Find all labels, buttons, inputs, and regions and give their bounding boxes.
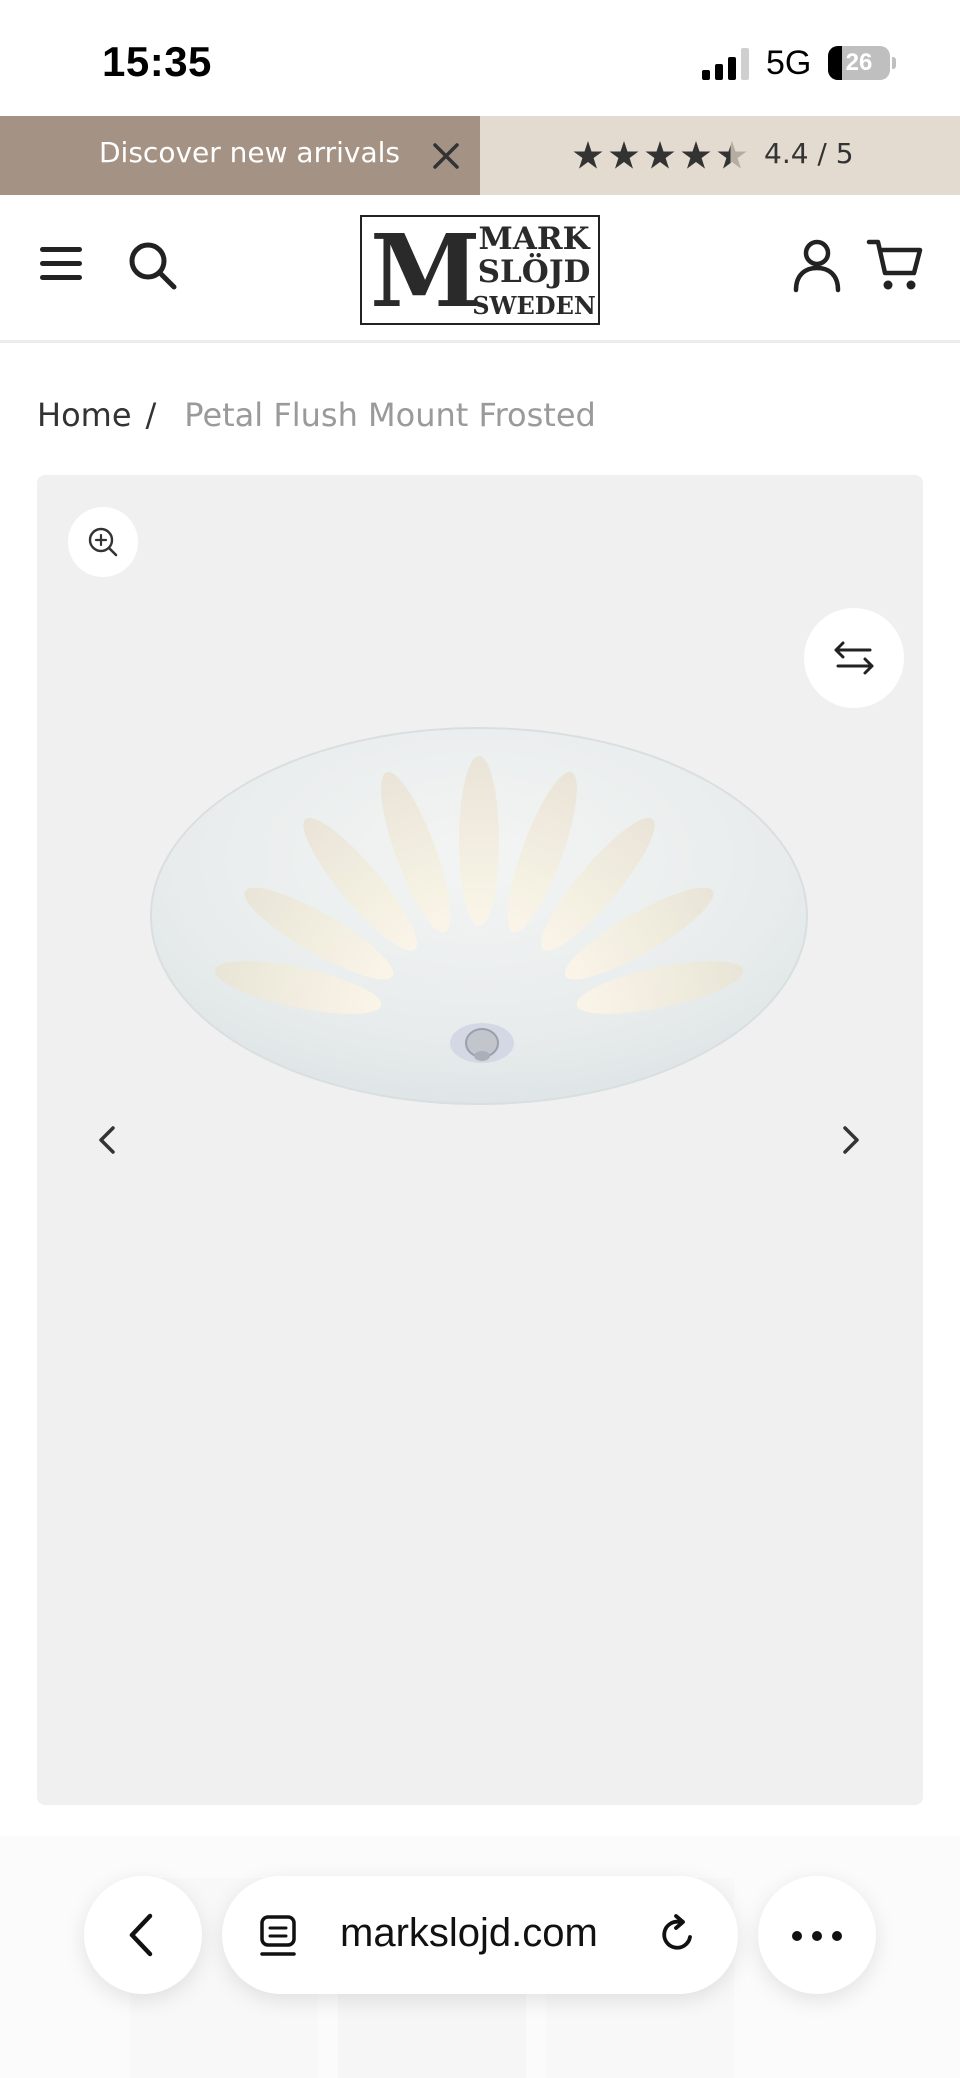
star-icon (573, 141, 747, 169)
search-icon[interactable] (126, 239, 178, 291)
chevron-left-icon[interactable] (92, 1120, 122, 1160)
account-icon[interactable] (790, 237, 844, 293)
logo-line-2: SLÖJD (477, 254, 591, 290)
site-header: M MARK SLÖJD SWEDEN (0, 195, 960, 343)
tabs-icon[interactable] (258, 1914, 300, 1958)
zoom-button[interactable] (68, 507, 138, 577)
compare-button[interactable] (804, 608, 904, 708)
announcement-text: Discover new arrivals (99, 136, 400, 169)
logo-line-3: SWEDEN (472, 291, 596, 320)
logo-letter: M (370, 212, 481, 330)
site-logo[interactable]: M MARK SLÖJD SWEDEN (360, 215, 600, 325)
breadcrumb-separator: / (145, 396, 157, 434)
chevron-right-icon[interactable] (836, 1120, 866, 1160)
announcement-message: Discover new arrivals (0, 116, 480, 195)
more-icon (788, 1926, 846, 1946)
reload-icon[interactable] (656, 1913, 700, 1957)
status-time: 15:35 (102, 38, 212, 85)
cart-icon[interactable] (866, 237, 924, 293)
network-type: 5G (766, 44, 812, 82)
breadcrumb-current: Petal Flush Mount Frosted (184, 396, 596, 434)
breadcrumb-home-link[interactable]: Home (37, 396, 132, 434)
swap-arrows-icon (834, 641, 874, 675)
status-bar: 15:35 5G 26 (0, 0, 960, 116)
cellular-signal-icon (702, 48, 750, 80)
rating-stars (570, 133, 750, 177)
product-image (148, 726, 810, 1116)
logo-line-1: MARK (478, 221, 590, 257)
close-icon[interactable] (428, 138, 464, 174)
chevron-left-icon (124, 1910, 160, 1960)
battery-level: 26 (845, 49, 873, 76)
zoom-in-icon (88, 527, 118, 557)
rating-text: 4.4 / 5 (764, 137, 854, 170)
product-image-gallery[interactable] (37, 475, 923, 1805)
breadcrumb: Home / Petal Flush Mount Frosted (37, 396, 596, 434)
url-text[interactable]: markslojd.com (340, 1911, 598, 1956)
menu-icon[interactable] (40, 247, 82, 281)
battery-icon: 26 (828, 46, 890, 80)
logo-wordmark: MARK SLÖJD SWEDEN (472, 223, 596, 322)
battery-tip (892, 57, 896, 69)
